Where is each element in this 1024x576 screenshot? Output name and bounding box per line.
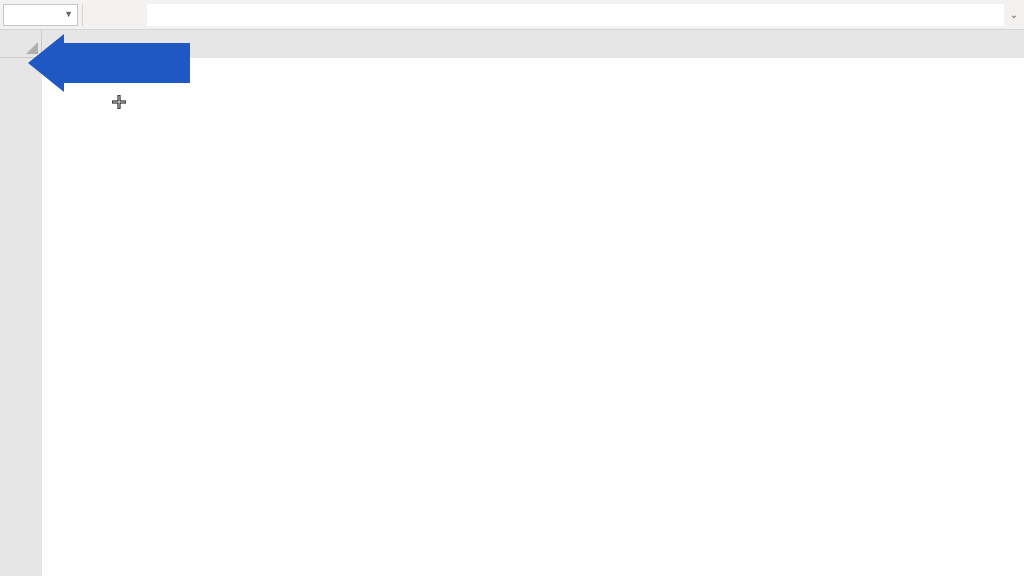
row-headers — [0, 30, 42, 576]
expand-formula-bar-icon[interactable]: ⌄ — [1004, 8, 1024, 21]
formula-bar: ▼ ⌄ — [0, 0, 1024, 30]
chevron-down-icon[interactable]: ▼ — [64, 9, 73, 20]
confirm-icon[interactable] — [111, 4, 131, 26]
spreadsheet-grid — [0, 30, 1024, 576]
formula-input[interactable] — [147, 4, 1004, 26]
cancel-icon[interactable] — [91, 4, 111, 26]
name-box[interactable]: ▼ — [3, 4, 78, 26]
grid-main — [42, 30, 1024, 576]
divider — [82, 4, 83, 26]
